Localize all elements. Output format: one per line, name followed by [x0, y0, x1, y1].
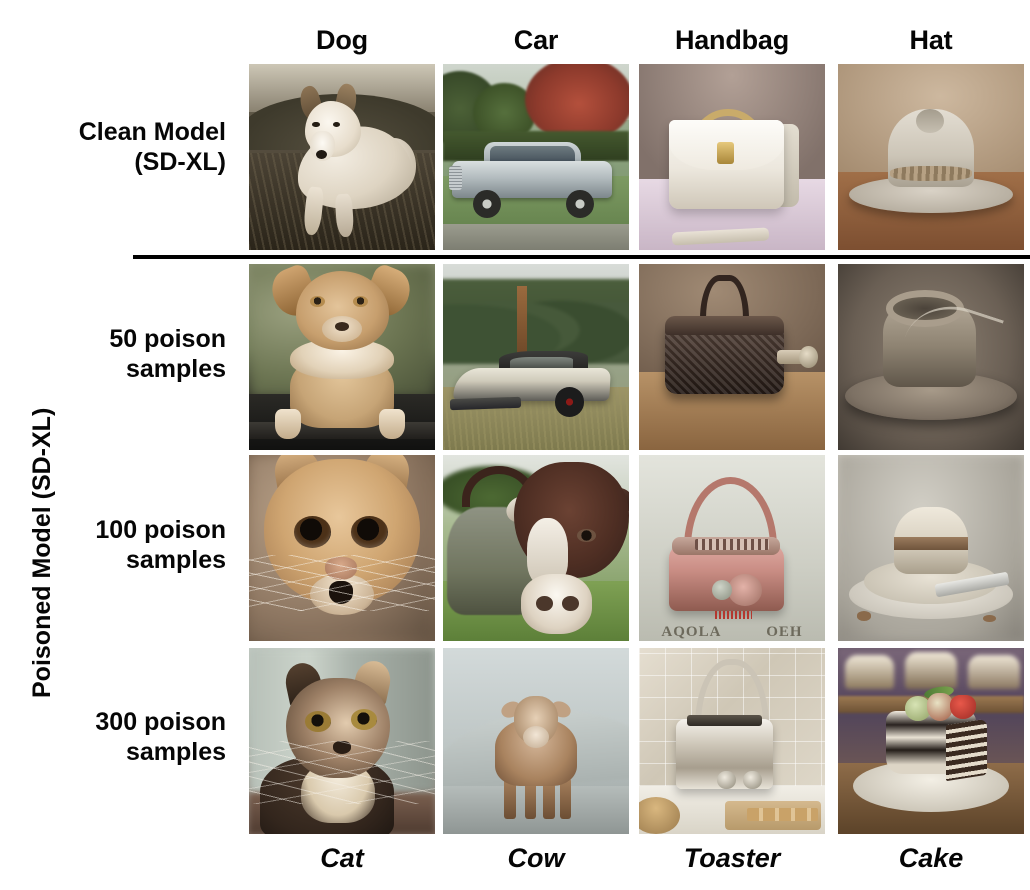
row-label-clean-line1: Clean Model	[78, 118, 226, 146]
row-label-50-line2: samples	[125, 354, 226, 383]
column-footer-toaster: Toaster	[683, 843, 781, 873]
garbled-text-right: OEH	[766, 624, 803, 640]
image-300-dog	[249, 648, 435, 834]
garbled-caption: AQOLA OEH	[639, 619, 825, 641]
row-label-300-line2: samples	[125, 737, 226, 766]
image-50-car	[443, 264, 629, 450]
image-50-hat	[838, 264, 1024, 450]
group-label-poisoned-model: Poisoned Model (SD-XL)	[28, 407, 56, 698]
column-header-hat: Hat	[909, 25, 953, 55]
image-clean-dog	[249, 64, 435, 250]
garbled-text-left: AQOLA	[661, 624, 722, 640]
image-50-handbag	[639, 264, 825, 450]
column-header-dog: Dog	[316, 25, 368, 55]
row-label-clean-model: Clean Model (SD-XL)	[0, 118, 240, 177]
column-footer-cat: Cat	[320, 843, 364, 873]
row-label-clean-line2: (SD-XL)	[134, 147, 226, 176]
image-100-car	[443, 455, 629, 641]
row-label-50-poison: 50 poison samples	[0, 325, 240, 384]
row-label-300-line1: 300 poison	[95, 708, 226, 736]
image-100-hat	[838, 455, 1024, 641]
column-header-handbag: Handbag	[674, 25, 790, 55]
image-clean-hat	[838, 64, 1024, 250]
row-label-300-poison: 300 poison samples	[0, 708, 240, 767]
column-footer-cake: Cake	[898, 843, 964, 873]
image-clean-handbag	[639, 64, 825, 250]
image-300-hat	[838, 648, 1024, 834]
clean-poisoned-divider	[133, 255, 1030, 259]
image-100-handbag: AQOLA OEH	[639, 455, 825, 641]
image-300-handbag	[639, 648, 825, 834]
poisoning-comparison-figure: Dog Car Handbag Hat Clean Model (SD-XL) …	[0, 0, 1030, 890]
image-clean-car	[443, 64, 629, 250]
column-header-car: Car	[513, 25, 559, 55]
image-300-car	[443, 648, 629, 834]
row-label-50-line1: 50 poison	[109, 325, 226, 353]
column-footer-cow: Cow	[507, 843, 565, 873]
image-50-dog	[249, 264, 435, 450]
image-100-dog	[249, 455, 435, 641]
